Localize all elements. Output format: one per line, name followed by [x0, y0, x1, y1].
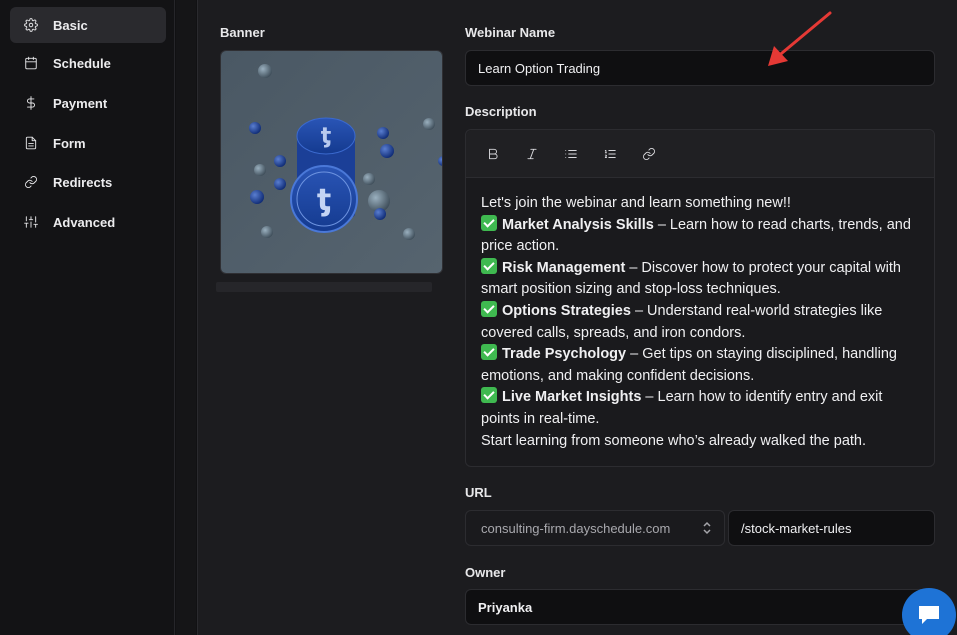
- chevron-up-down-icon: [702, 520, 712, 536]
- banner-caption: [216, 282, 432, 292]
- check-icon: [481, 257, 497, 274]
- sidebar-item-form[interactable]: Form: [10, 125, 166, 161]
- sidebar-item-label: Advanced: [53, 214, 116, 230]
- link-icon: [24, 175, 38, 189]
- description-point: Live Market Insights – Learn how to iden…: [481, 387, 883, 427]
- editor-toolbar: [466, 130, 934, 178]
- gear-icon: [24, 18, 38, 32]
- owner-select[interactable]: Priyanka: [465, 589, 935, 625]
- webinar-name-value: Learn Option Trading: [478, 60, 601, 76]
- description-point: Options Strategies – Understand real-wor…: [481, 300, 883, 341]
- sidebar-item-advanced[interactable]: Advanced: [10, 204, 166, 240]
- sidebar-item-label: Form: [53, 135, 86, 151]
- dollar-icon: [24, 96, 38, 110]
- url-domain-select[interactable]: consulting-firm.dayschedule.com: [465, 510, 725, 546]
- description-point: Risk Management – Discover how to protec…: [481, 257, 901, 298]
- description-editor[interactable]: Let's join the webinar and learn somethi…: [465, 129, 935, 467]
- bullet-list-icon[interactable]: [562, 145, 580, 163]
- check-icon: [481, 300, 497, 317]
- check-icon: [481, 387, 497, 404]
- webinar-name-input[interactable]: Learn Option Trading: [465, 50, 935, 86]
- sidebar-item-label: Redirects: [53, 174, 113, 190]
- url-domain-value: consulting-firm.dayschedule.com: [481, 520, 671, 536]
- sliders-icon: [24, 215, 38, 229]
- banner-image[interactable]: ƫ ƫ: [220, 50, 443, 274]
- owner-label: Owner: [465, 565, 506, 580]
- chat-icon: [919, 606, 939, 624]
- description-outro: Start learning from someone who’s alread…: [481, 432, 867, 449]
- description-label: Description: [465, 104, 537, 119]
- main-panel: Banner ƫ ƫ Webinar Name Learn Option Tra…: [197, 0, 957, 635]
- sidebar-item-basic[interactable]: Basic: [10, 7, 166, 43]
- chat-button[interactable]: [902, 588, 956, 635]
- sidebar-item-payment[interactable]: Payment: [10, 85, 166, 121]
- calendar-icon: [24, 56, 38, 70]
- numbered-list-icon[interactable]: [601, 145, 619, 163]
- sidebar-item-label: Schedule: [53, 55, 111, 71]
- document-icon: [24, 136, 38, 150]
- annotation-arrow: [768, 11, 832, 66]
- url-slug-value: /stock-market-rules: [741, 520, 852, 536]
- url-label: URL: [465, 485, 492, 500]
- banner-label: Banner: [220, 25, 265, 40]
- svg-text:ƫ: ƫ: [317, 183, 331, 218]
- url-slug-input[interactable]: /stock-market-rules: [728, 510, 935, 546]
- italic-icon[interactable]: [523, 145, 541, 163]
- check-icon: [481, 344, 497, 361]
- description-point: Trade Psychology – Get tips on staying d…: [481, 344, 897, 384]
- sidebar-item-label: Payment: [53, 95, 108, 111]
- check-icon: [481, 214, 497, 231]
- description-intro: Let's join the webinar and learn somethi…: [481, 195, 791, 211]
- description-point: Market Analysis Skills – Learn how to re…: [481, 214, 911, 255]
- sidebar-item-label: Basic: [53, 17, 88, 33]
- sidebar-item-schedule[interactable]: Schedule: [10, 45, 166, 81]
- sidebar: Basic Schedule Payment Form Redirects Ad…: [0, 0, 175, 635]
- coins-illustration: ƫ ƫ: [221, 51, 442, 273]
- sidebar-gutter: [176, 0, 196, 635]
- webinar-name-label: Webinar Name: [465, 25, 556, 40]
- editor-content[interactable]: Let's join the webinar and learn somethi…: [466, 178, 934, 452]
- owner-value: Priyanka: [478, 599, 533, 615]
- link-icon[interactable]: [640, 145, 658, 163]
- sidebar-item-redirects[interactable]: Redirects: [10, 164, 166, 200]
- bold-icon[interactable]: [484, 145, 502, 163]
- svg-text:ƫ: ƫ: [321, 124, 332, 149]
